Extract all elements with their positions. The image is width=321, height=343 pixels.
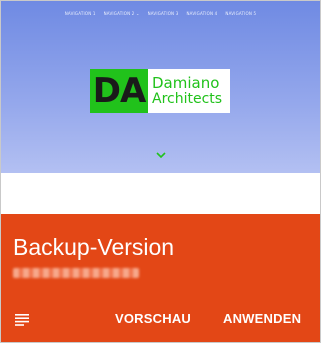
logo-mark: DA (90, 69, 148, 113)
nav-item-1[interactable]: NAVIGATION 1 (65, 11, 96, 16)
site-logo[interactable]: DA Damiano Architects (90, 69, 230, 113)
apply-button[interactable]: ANWENDEN (223, 311, 301, 326)
nav-item-2[interactable]: NAVIGATION 2 ⌄ (104, 11, 140, 16)
nav-item-3[interactable]: NAVIGATION 3 (148, 11, 179, 16)
site-navigation: NAVIGATION 1 NAVIGATION 2 ⌄ NAVIGATION 3… (1, 11, 320, 16)
backup-date-redacted (13, 268, 139, 278)
logo-line-2: Architects (152, 90, 223, 107)
menu-lines-icon[interactable] (15, 314, 29, 326)
nav-item-4[interactable]: NAVIGATION 4 (186, 11, 217, 16)
nav-item-2-label: NAVIGATION 2 (103, 11, 135, 16)
panel-title: Backup-Version (13, 234, 175, 260)
preview-button[interactable]: VORSCHAU (115, 311, 191, 326)
chevron-down-icon: ⌄ (136, 11, 140, 16)
preview-frame: NAVIGATION 1 NAVIGATION 2 ⌄ NAVIGATION 3… (0, 0, 321, 343)
nav-item-5[interactable]: NAVIGATION 5 (225, 11, 256, 16)
site-hero: NAVIGATION 1 NAVIGATION 2 ⌄ NAVIGATION 3… (1, 1, 320, 173)
backup-panel: Backup-Version VORSCHAU ANWENDEN (1, 214, 320, 342)
logo-line-1: Damiano (152, 74, 220, 93)
chevron-down-icon[interactable] (156, 151, 166, 159)
logo-wordmark: Damiano Architects (148, 69, 222, 113)
